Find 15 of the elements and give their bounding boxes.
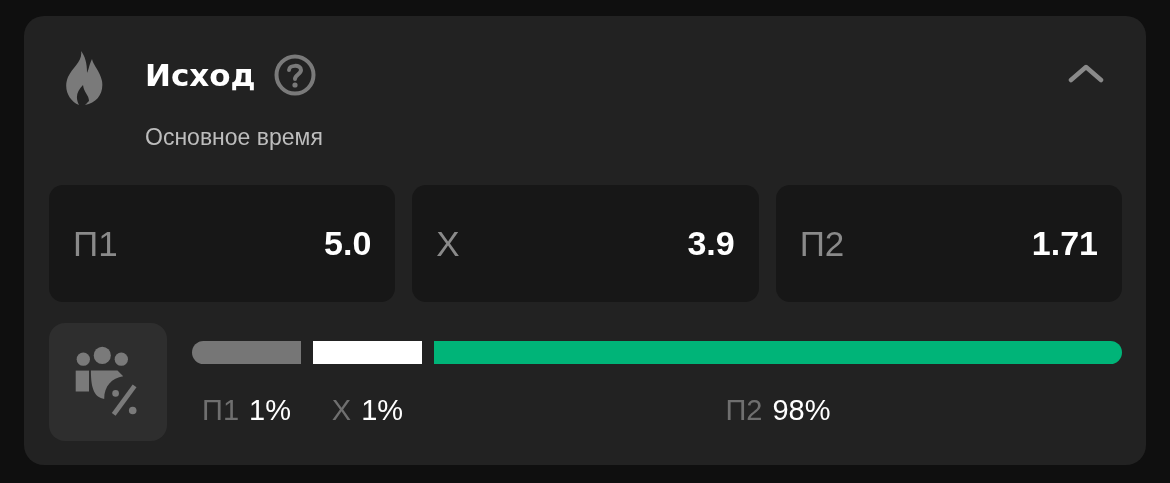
vote-percent: 1%	[361, 394, 404, 427]
flame-icon	[65, 51, 103, 105]
market-title: Исход	[145, 57, 256, 93]
outcome-label: П1	[202, 394, 240, 427]
collapse-button[interactable]	[1068, 63, 1104, 83]
outcome-label: П2	[725, 394, 763, 427]
odds-button[interactable]: Х 3.9	[412, 185, 759, 302]
odds-button[interactable]: П2 1.71	[775, 185, 1122, 302]
vote-percent: 1%	[249, 394, 291, 427]
help-icon[interactable]	[273, 54, 316, 96]
people-percent-icon	[49, 323, 167, 441]
outcome-label: Х	[331, 394, 352, 427]
market-subtitle: Основное время	[145, 124, 323, 151]
vote-percent: 98%	[772, 394, 831, 427]
odds-button[interactable]: П1 5.0	[49, 185, 396, 302]
